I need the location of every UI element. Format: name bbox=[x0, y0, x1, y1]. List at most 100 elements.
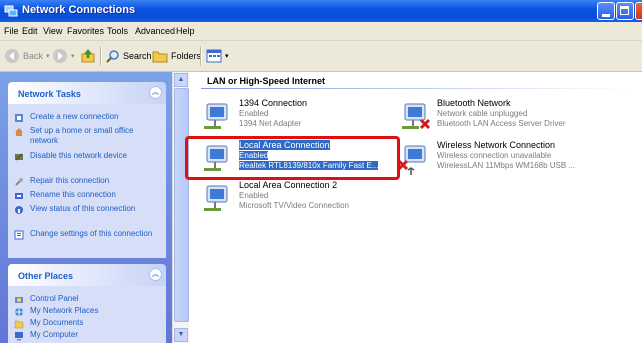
scroll-up-icon[interactable]: ▲ bbox=[174, 73, 188, 87]
repair-icon bbox=[15, 178, 23, 186]
connection-name: 1394 Connection bbox=[239, 98, 308, 108]
connection-status: Enabled bbox=[239, 191, 269, 200]
collapse-chevron-icon[interactable]: ︽ bbox=[149, 86, 162, 99]
folders-button[interactable]: Folders bbox=[152, 47, 201, 65]
menu-help[interactable]: Help bbox=[176, 26, 195, 36]
connection-status: Enabled bbox=[239, 109, 269, 118]
menu-tools[interactable]: Tools bbox=[107, 26, 128, 36]
place-network-places[interactable]: My Network Places bbox=[14, 306, 162, 317]
views-icon bbox=[206, 49, 222, 63]
task-change-settings[interactable]: Change settings of this connection bbox=[14, 229, 162, 240]
folders-label: Folders bbox=[171, 51, 202, 61]
place-control-panel[interactable]: Control Panel bbox=[14, 294, 162, 305]
disable-device-icon bbox=[15, 153, 23, 161]
forward-button[interactable]: ▾ bbox=[52, 47, 75, 65]
collapse-chevron-icon[interactable]: ︽ bbox=[149, 268, 162, 281]
network-tasks-header[interactable]: Network Tasks ︽ bbox=[8, 82, 166, 104]
up-folder-button[interactable] bbox=[80, 47, 96, 65]
group-title: LAN or High-Speed Internet bbox=[207, 76, 326, 86]
back-label: Back bbox=[23, 51, 44, 61]
task-disable-device[interactable]: Disable this network device bbox=[14, 151, 162, 162]
rename-icon bbox=[15, 193, 23, 199]
folders-icon bbox=[152, 51, 168, 63]
new-connection-icon bbox=[15, 114, 23, 122]
task-label: Create a new connection bbox=[30, 112, 119, 121]
network-connection-icon bbox=[204, 103, 228, 129]
network-connections-icon bbox=[4, 5, 18, 17]
connection-status: Wireless connection unavailable bbox=[437, 151, 552, 160]
forward-dropdown-icon: ▾ bbox=[71, 53, 75, 60]
scroll-thumb[interactable] bbox=[174, 88, 189, 322]
network-tasks-panel: Create a new connection Set up a home or… bbox=[8, 104, 166, 258]
place-label: My Network Places bbox=[30, 306, 99, 315]
other-places-header[interactable]: Other Places ︽ bbox=[8, 264, 166, 286]
title-bar: Network Connections bbox=[0, 0, 642, 22]
connection-device: 1394 Net Adapter bbox=[239, 119, 302, 128]
task-label: Change settings of this connection bbox=[30, 229, 153, 238]
views-button[interactable]: ▾ bbox=[206, 47, 229, 65]
place-documents[interactable]: My Documents bbox=[14, 318, 162, 329]
task-view-status[interactable]: View status of this connection bbox=[14, 204, 162, 215]
connection-name: Bluetooth Network bbox=[437, 98, 511, 108]
wireless-connection-icon bbox=[399, 145, 426, 175]
home-network-icon bbox=[15, 128, 23, 136]
task-repair-connection[interactable]: Repair this connection bbox=[14, 176, 162, 187]
connection-status: Network cable unplugged bbox=[437, 109, 528, 118]
maximize-button[interactable] bbox=[616, 2, 634, 20]
computer-icon bbox=[15, 332, 23, 341]
task-label: Disable this network device bbox=[30, 151, 127, 160]
task-label: View status of this connection bbox=[30, 204, 136, 213]
menu-edit[interactable]: Edit bbox=[22, 26, 38, 36]
scroll-down-icon[interactable]: ▼ bbox=[174, 328, 188, 342]
connection-name: Local Area Connection 2 bbox=[239, 180, 338, 190]
task-label: Set up a home or small office network bbox=[30, 126, 134, 145]
search-button[interactable]: Search bbox=[106, 47, 152, 65]
place-label: Control Panel bbox=[30, 294, 79, 303]
connection-device: Microsoft TV/Video Connection bbox=[239, 201, 349, 210]
back-button[interactable]: Back ▾ bbox=[4, 47, 50, 65]
toolbar-separator bbox=[100, 47, 102, 65]
close-button[interactable] bbox=[635, 2, 642, 20]
settings-icon bbox=[14, 230, 24, 240]
other-places-title: Other Places bbox=[18, 271, 74, 281]
task-rename-connection[interactable]: Rename this connection bbox=[14, 190, 162, 201]
highlight-annotation bbox=[185, 136, 400, 180]
status-icon bbox=[15, 206, 23, 214]
network-connection-icon bbox=[204, 185, 228, 211]
documents-icon bbox=[14, 320, 24, 329]
up-folder-icon bbox=[81, 49, 95, 63]
task-pane-scrollbar[interactable]: ▲ ▼ bbox=[172, 72, 189, 343]
toolbar-separator bbox=[200, 47, 202, 65]
menu-bar: File Edit View Favorites Tools Advanced … bbox=[0, 22, 642, 59]
menu-favorites[interactable]: Favorites bbox=[67, 26, 104, 36]
place-computer[interactable]: My Computer bbox=[14, 330, 162, 341]
task-pane: Network Tasks ︽ Create a new connection … bbox=[0, 72, 172, 343]
task-create-connection[interactable]: Create a new connection bbox=[14, 112, 162, 123]
menu-view[interactable]: View bbox=[43, 26, 62, 36]
other-places-panel: Control Panel My Network Places My Docum… bbox=[8, 286, 166, 343]
connection-wireless[interactable]: Wireless Network Connection Wireless con… bbox=[397, 140, 637, 178]
connection-name: Wireless Network Connection bbox=[437, 140, 556, 150]
minimize-button[interactable] bbox=[597, 2, 615, 20]
network-tasks-title: Network Tasks bbox=[18, 89, 81, 99]
window-title: Network Connections bbox=[22, 4, 136, 16]
connection-1394[interactable]: 1394 Connection Enabled 1394 Net Adapter bbox=[199, 98, 399, 136]
task-label: Rename this connection bbox=[30, 190, 116, 199]
back-arrow-icon bbox=[5, 49, 19, 63]
place-label: My Computer bbox=[30, 330, 79, 339]
connections-view: LAN or High-Speed Internet 1394 Connecti… bbox=[189, 72, 642, 343]
connection-device: Bluetooth LAN Access Server Driver bbox=[437, 119, 566, 128]
place-label: My Documents bbox=[30, 318, 84, 327]
network-places-icon bbox=[15, 308, 23, 316]
network-connection-icon bbox=[402, 103, 431, 130]
connection-bluetooth[interactable]: Bluetooth Network Network cable unplugge… bbox=[397, 98, 637, 136]
views-dropdown-icon: ▾ bbox=[225, 53, 229, 60]
menu-file[interactable]: File bbox=[4, 26, 19, 36]
task-home-network[interactable]: Set up a home or small office network bbox=[14, 126, 162, 146]
search-icon bbox=[106, 50, 119, 63]
task-label: Repair this connection bbox=[30, 176, 110, 185]
control-panel-icon bbox=[15, 297, 23, 303]
connection-local-area-2[interactable]: Local Area Connection 2 Enabled Microsof… bbox=[199, 180, 399, 218]
menu-advanced[interactable]: Advanced bbox=[135, 26, 175, 36]
back-dropdown-icon: ▾ bbox=[46, 53, 50, 60]
